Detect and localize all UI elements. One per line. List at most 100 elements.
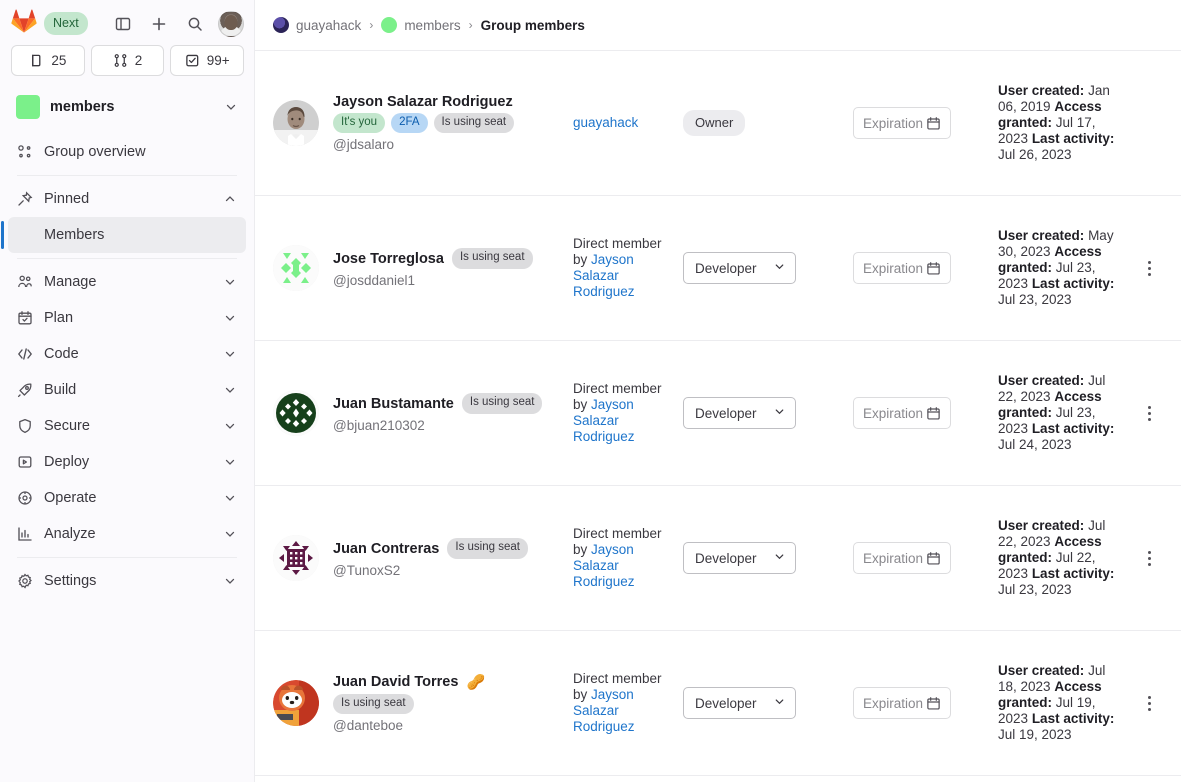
merge-requests-count-chip[interactable]: 2 — [90, 45, 165, 76]
member-name[interactable]: Juan Bustamante — [333, 396, 454, 412]
avatar[interactable] — [218, 10, 244, 37]
member-badges: It's you 2FA Is using seat — [333, 112, 515, 134]
create-new-icon[interactable] — [146, 11, 172, 37]
member-source-cell: Direct member by Jayson Salazar Rodrigue… — [573, 671, 683, 735]
merge-request-count-chip[interactable]: 25 — [11, 45, 85, 76]
expiration-placeholder: Expiration date — [863, 695, 926, 711]
avatar[interactable] — [273, 680, 319, 726]
sidebar-item-label: Secure — [44, 418, 90, 434]
role-dropdown[interactable]: Developer — [683, 542, 796, 574]
sidebar-item-code[interactable]: Code — [8, 336, 246, 372]
gitlab-logo-icon[interactable] — [11, 9, 37, 38]
sidebar-item-group-overview[interactable]: Group overview — [8, 134, 246, 170]
search-icon[interactable] — [182, 11, 208, 37]
sidebar-item-settings[interactable]: Settings — [8, 563, 246, 599]
ellipsis-vertical-icon[interactable] — [1135, 399, 1163, 427]
sidebar-item-label: Deploy — [44, 454, 90, 470]
next-badge[interactable]: Next — [44, 11, 88, 36]
expiration-date-input[interactable]: Expiration date — [853, 252, 951, 284]
todo-count-chip[interactable]: 99+ — [170, 45, 245, 76]
toggle-sidebar-icon[interactable] — [110, 11, 136, 37]
avatar[interactable] — [273, 245, 319, 291]
member-handle[interactable]: @josddaniel1 — [333, 273, 533, 288]
ellipsis-vertical-icon[interactable] — [1135, 254, 1163, 282]
member-handle[interactable]: @TunoxS2 — [333, 563, 528, 578]
avatar[interactable] — [273, 100, 319, 146]
calendar-icon — [926, 551, 942, 566]
role-dropdown[interactable]: Developer — [683, 687, 796, 719]
pin-icon — [17, 191, 33, 207]
sidebar-item-label: Manage — [44, 274, 97, 290]
sidebar-item-label: Analyze — [44, 526, 96, 542]
expiration-date-input[interactable]: Expiration date — [853, 107, 951, 139]
member-handle[interactable]: @danteboe — [333, 718, 485, 733]
member-info: Juan Contreras Is using seat @TunoxS2 — [333, 538, 528, 578]
member-name-line: Jayson Salazar Rodriguez — [333, 94, 514, 110]
nav-divider — [17, 557, 237, 558]
user-created-label: User created: — [998, 662, 1085, 678]
expiration-date-input[interactable]: Expiration date — [853, 687, 951, 719]
member-name[interactable]: Juan David Torres — [333, 674, 458, 690]
member-meta-cell: User created: Jan 06, 2019 Access grante… — [998, 83, 1131, 163]
member-name-line: Juan David Torres 🥜 — [333, 673, 485, 691]
member-handle[interactable]: @jdsalaro — [333, 137, 514, 152]
role-dropdown[interactable]: Developer — [683, 252, 796, 284]
expiration-date-input[interactable]: Expiration date — [853, 542, 951, 574]
todo-check-icon — [185, 53, 200, 68]
member-info: Juan David Torres 🥜 Is using seat @dante… — [333, 673, 485, 733]
group-avatar-icon — [381, 17, 398, 33]
last-activity-value: Jul 24, 2023 — [998, 437, 1072, 453]
breadcrumb-current: Group members — [480, 17, 585, 33]
expiration-placeholder: Expiration date — [863, 260, 926, 276]
sidebar-item-analyze[interactable]: Analyze — [8, 516, 246, 552]
breadcrumb-item-group[interactable]: members — [381, 17, 461, 33]
avatar[interactable] — [273, 535, 319, 581]
gitlab-group-members-page: Next 25 2 99+ members Group overview Pin… — [0, 0, 1181, 782]
source-link[interactable]: guayahack — [573, 115, 638, 130]
breadcrumb-item-project[interactable]: guayahack — [273, 17, 361, 33]
project-avatar-icon — [273, 17, 289, 33]
member-name-line: Juan Bustamante Is using seat — [333, 393, 543, 414]
member-role-cell: Developer — [683, 542, 853, 574]
merge-requests-count: 2 — [134, 53, 143, 68]
avatar[interactable] — [273, 390, 319, 436]
chevron-down-icon — [773, 260, 786, 276]
member-name[interactable]: Jose Torreglosa — [333, 251, 444, 267]
member-name[interactable]: Juan Contreras — [333, 541, 439, 557]
ellipsis-vertical-icon[interactable] — [1135, 689, 1163, 717]
member-source-cell: Direct member by Jayson Salazar Rodrigue… — [573, 381, 683, 445]
member-handle[interactable]: @bjuan210302 — [333, 418, 542, 433]
sidebar-item-plan[interactable]: Plan — [8, 300, 246, 336]
table-row: Juan Bustamante Is using seat @bjuan2103… — [255, 341, 1181, 486]
group-avatar — [16, 95, 40, 119]
member-identity-cell: Jose Torreglosa Is using seat @josddanie… — [273, 245, 573, 291]
sidebar-item-manage[interactable]: Manage — [8, 264, 246, 300]
sidebar-count-chips: 25 2 99+ — [0, 45, 254, 86]
sidebar-item-build[interactable]: Build — [8, 372, 246, 408]
table-row: Jayson Salazar Rodriguez It's you 2FA Is… — [255, 51, 1181, 196]
sidebar-item-operate[interactable]: Operate — [8, 480, 246, 516]
expiration-date-input[interactable]: Expiration date — [853, 397, 951, 429]
ellipsis-vertical-icon[interactable] — [1135, 544, 1163, 572]
expiration-placeholder: Expiration date — [863, 405, 926, 421]
sidebar-item-pinned[interactable]: Pinned — [8, 181, 246, 217]
last-activity-label: Last activity: — [1031, 566, 1115, 582]
member-expiration-cell: Expiration date — [853, 397, 998, 429]
chevron-down-icon — [224, 100, 238, 114]
member-identity-cell: Juan Contreras Is using seat @TunoxS2 — [273, 535, 573, 581]
todo-count: 99+ — [206, 53, 230, 68]
member-name[interactable]: Jayson Salazar Rodriguez — [333, 94, 513, 110]
sidebar-item-label: Group overview — [44, 144, 146, 160]
member-expiration-cell: Expiration date — [853, 687, 998, 719]
sidebar-group-switcher[interactable]: members — [8, 88, 246, 126]
role-dropdown[interactable]: Developer — [683, 397, 796, 429]
member-actions-cell — [1131, 399, 1167, 427]
status-emoji[interactable]: 🥜 — [466, 673, 485, 691]
user-created-label: User created: — [998, 517, 1085, 533]
sidebar-item-members[interactable]: Members — [1, 217, 246, 253]
last-activity-label: Last activity: — [1031, 131, 1115, 147]
sidebar-item-deploy[interactable]: Deploy — [8, 444, 246, 480]
sidebar-item-secure[interactable]: Secure — [8, 408, 246, 444]
member-source-cell: Direct member by Jayson Salazar Rodrigue… — [573, 526, 683, 590]
merge-request-icon — [29, 53, 44, 68]
